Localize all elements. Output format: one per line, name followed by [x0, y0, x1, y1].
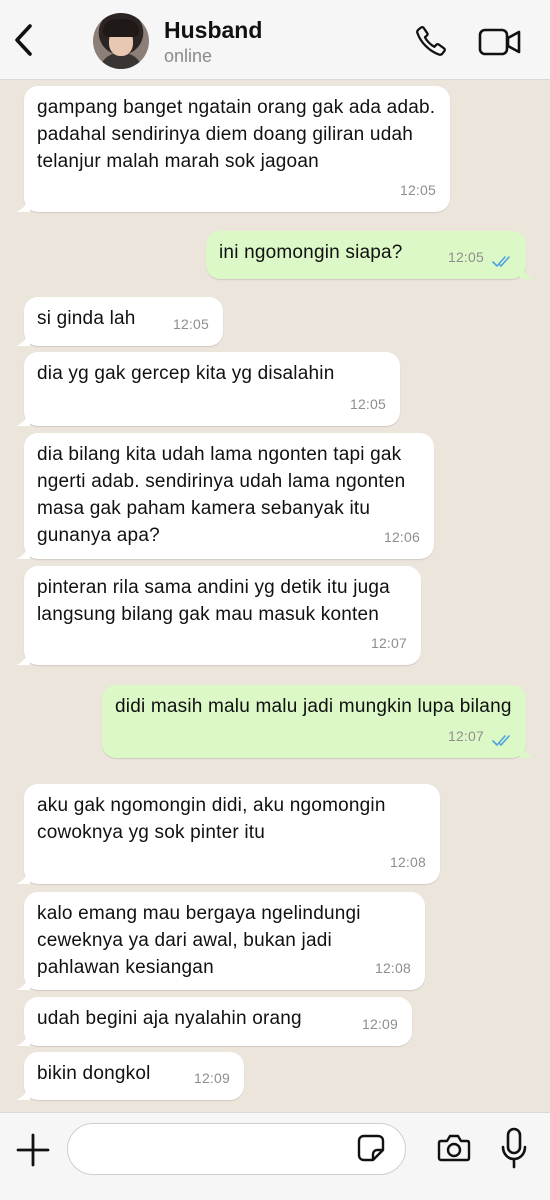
- message-bubble-incoming[interactable]: kalo emang mau bergaya ngelindungi cewek…: [16, 892, 425, 990]
- composer-bar: [0, 1112, 550, 1200]
- message-text: didi masih malu malu jadi mungkin lupa b…: [115, 696, 512, 717]
- message-bubble-incoming[interactable]: si ginda lah 12:05: [16, 297, 223, 346]
- message-time: 12:05: [447, 249, 484, 265]
- message-text: ini ngomongin siapa?: [219, 242, 403, 263]
- message-time: 12:07: [370, 635, 407, 651]
- contact-status: online: [164, 46, 213, 66]
- double-check-icon: [492, 256, 510, 267]
- message-time: 12:08: [389, 854, 426, 870]
- message-time: 12:09: [193, 1070, 230, 1086]
- chevron-left-icon[interactable]: [10, 22, 40, 58]
- message-text: dia yg gak gercep kita yg disalahin: [37, 363, 335, 384]
- chat-header: Husband online: [0, 0, 550, 80]
- message-time: 12:06: [383, 529, 420, 545]
- message-text: si ginda lah: [37, 308, 136, 329]
- message-bubble-outgoing[interactable]: didi masih malu malu jadi mungkin lupa b…: [102, 685, 534, 758]
- message-bubble-incoming[interactable]: pinteran rila sama andini yg detik itu j…: [16, 566, 421, 665]
- message-time: 12:09: [361, 1016, 398, 1032]
- message-list[interactable]: gampang banget ngatain orang gak ada ada…: [0, 80, 550, 1112]
- camera-icon[interactable]: [437, 1133, 471, 1163]
- message-bubble-outgoing[interactable]: ini ngomongin siapa? 12:05: [206, 231, 534, 279]
- message-bubble-incoming[interactable]: udah begini aja nyalahin orang 12:09: [16, 997, 412, 1046]
- message-time: 12:07: [447, 728, 484, 744]
- message-text: pinteran rila sama andini yg detik itu j…: [37, 577, 390, 625]
- message-text: bikin dongkol: [37, 1063, 151, 1084]
- message-bubble-incoming[interactable]: dia bilang kita udah lama ngonten tapi g…: [16, 433, 434, 559]
- message-text: gampang banget ngatain orang gak ada ada…: [37, 97, 436, 172]
- message-time: 12:05: [349, 396, 386, 412]
- avatar[interactable]: [93, 13, 149, 69]
- message-time: 12:05: [172, 316, 209, 332]
- message-bubble-incoming[interactable]: bikin dongkol 12:09: [16, 1052, 244, 1100]
- plus-icon[interactable]: [16, 1133, 50, 1167]
- message-bubble-incoming[interactable]: aku gak ngomongin didi, aku ngomongin co…: [16, 784, 440, 884]
- message-text: kalo emang mau bergaya ngelindungi cewek…: [37, 903, 361, 978]
- message-text: aku gak ngomongin didi, aku ngomongin co…: [37, 795, 386, 843]
- message-bubble-incoming[interactable]: gampang banget ngatain orang gak ada ada…: [16, 86, 450, 212]
- video-camera-icon[interactable]: [478, 27, 522, 57]
- message-time: 12:08: [374, 960, 411, 976]
- message-text: udah begini aja nyalahin orang: [37, 1008, 302, 1029]
- message-bubble-incoming[interactable]: dia yg gak gercep kita yg disalahin 12:0…: [16, 352, 400, 426]
- contact-name[interactable]: Husband: [164, 17, 262, 44]
- double-check-icon: [492, 735, 510, 746]
- sticker-icon[interactable]: [356, 1133, 386, 1163]
- message-time: 12:05: [399, 182, 436, 198]
- microphone-icon[interactable]: [500, 1127, 528, 1171]
- phone-icon[interactable]: [414, 24, 448, 58]
- message-text: dia bilang kita udah lama ngonten tapi g…: [37, 444, 406, 546]
